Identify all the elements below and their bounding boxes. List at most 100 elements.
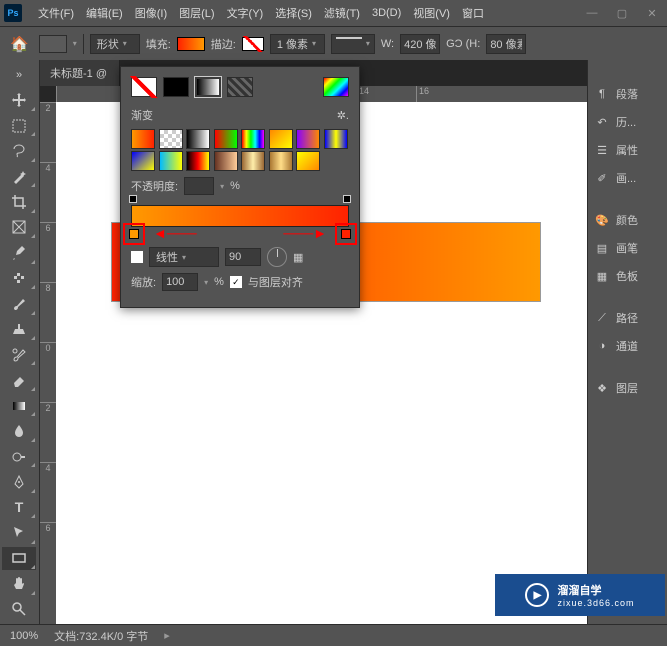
chevron-right-icon[interactable]: ▸ [164, 629, 170, 642]
panel-properties[interactable]: ☰属性 [588, 136, 667, 164]
panel-label: 颜色 [616, 212, 638, 228]
gradient-bar[interactable] [131, 205, 349, 227]
gradient-preset[interactable] [159, 151, 183, 171]
chevron-down-icon[interactable]: ▾ [73, 39, 77, 48]
angle-input[interactable] [225, 248, 261, 266]
expand-icon[interactable]: » [2, 63, 36, 86]
eraser-tool[interactable] [2, 368, 36, 391]
menu-edit[interactable]: 编辑(E) [80, 5, 129, 21]
panel-channels[interactable]: ◑通道 [588, 332, 667, 360]
magic-wand-tool[interactable] [2, 165, 36, 188]
menu-view[interactable]: 视图(V) [407, 5, 456, 21]
status-bar: 100% 文档:732.4K/0 字节 ▸ [0, 624, 667, 646]
fill-none-button[interactable] [131, 77, 157, 97]
panel-brushes[interactable]: ▤画笔 [588, 234, 667, 262]
gradient-preset[interactable] [241, 129, 265, 149]
gradient-preset[interactable] [296, 129, 320, 149]
zoom-tool[interactable] [2, 598, 36, 621]
fill-swatch[interactable] [177, 37, 205, 51]
move-tool[interactable] [2, 88, 36, 111]
scale-input[interactable] [162, 273, 198, 291]
close-button[interactable]: ✕ [637, 3, 667, 23]
opacity-stop-right[interactable] [343, 195, 351, 203]
reverse-checkbox[interactable] [131, 251, 143, 263]
history-brush-tool[interactable] [2, 343, 36, 366]
stroke-swatch[interactable] [242, 37, 264, 51]
panel-paragraph[interactable]: ¶段落 [588, 80, 667, 108]
clone-stamp-tool[interactable] [2, 318, 36, 341]
menu-layer[interactable]: 图层(L) [173, 5, 220, 21]
panel-color[interactable]: 🎨颜色 [588, 206, 667, 234]
tool-preset-swatch[interactable] [39, 35, 67, 53]
panel-swatches[interactable]: ▦色板 [588, 262, 667, 290]
gradient-preset[interactable] [241, 151, 265, 171]
menu-3d[interactable]: 3D(D) [366, 7, 407, 19]
gradient-preset[interactable] [214, 151, 238, 171]
width-input[interactable] [400, 34, 440, 54]
dodge-tool[interactable] [2, 445, 36, 468]
panel-layers[interactable]: ❖图层 [588, 374, 667, 402]
color-picker-button[interactable] [323, 77, 349, 97]
menu-select[interactable]: 选择(S) [269, 5, 318, 21]
panel-label: 画笔 [616, 240, 638, 256]
chevron-down-icon[interactable]: ▾ [220, 182, 224, 191]
minimize-button[interactable]: — [577, 3, 607, 23]
pen-tool[interactable] [2, 470, 36, 493]
menu-file[interactable]: 文件(F) [32, 5, 80, 21]
gradient-preset[interactable] [269, 151, 293, 171]
hand-tool[interactable] [2, 572, 36, 595]
maximize-button[interactable]: ▢ [607, 3, 637, 23]
zoom-level[interactable]: 100% [10, 630, 38, 642]
path-selection-tool[interactable] [2, 521, 36, 544]
gradient-preset[interactable] [159, 129, 183, 149]
frame-tool[interactable] [2, 216, 36, 239]
align-icon[interactable]: ▦ [293, 251, 303, 264]
fill-solid-button[interactable] [163, 77, 189, 97]
panel-paths[interactable]: ⟋路径 [588, 304, 667, 332]
gradient-preset[interactable] [131, 151, 155, 171]
gradient-preset[interactable] [324, 129, 348, 149]
menu-image[interactable]: 图像(I) [129, 5, 173, 21]
link-wh-label[interactable]: GƆ (H: [446, 38, 480, 50]
gradient-preset[interactable] [186, 129, 210, 149]
crop-tool[interactable] [2, 190, 36, 213]
height-input[interactable] [486, 34, 526, 54]
gradient-editor[interactable]: ◄─── ───► [131, 205, 349, 227]
gradient-preset[interactable] [269, 129, 293, 149]
menu-type[interactable]: 文字(Y) [221, 5, 270, 21]
chevron-down-icon[interactable]: ▾ [204, 278, 208, 287]
menu-filter[interactable]: 滤镜(T) [318, 5, 366, 21]
menu-window[interactable]: 窗口 [456, 5, 490, 21]
angle-dial[interactable] [267, 247, 287, 267]
gradient-preset[interactable] [131, 129, 155, 149]
stroke-width-dropdown[interactable]: 1 像素 [270, 34, 325, 54]
shape-mode-dropdown[interactable]: 形状 [90, 34, 140, 54]
home-icon[interactable]: 🏠 [6, 35, 33, 53]
document-info[interactable]: 文档:732.4K/0 字节 [54, 628, 148, 644]
brush-tool[interactable] [2, 292, 36, 315]
blur-tool[interactable] [2, 419, 36, 442]
lasso-tool[interactable] [2, 139, 36, 162]
gradient-preset[interactable] [186, 151, 210, 171]
fill-pattern-button[interactable] [227, 77, 253, 97]
gradient-preset[interactable] [296, 151, 320, 171]
type-tool[interactable]: T [2, 496, 36, 519]
panel-brush[interactable]: ✐画... [588, 164, 667, 192]
document-tab[interactable]: 未标题-1 @ [40, 60, 120, 86]
eyedropper-tool[interactable] [2, 241, 36, 264]
opacity-input[interactable] [184, 177, 214, 195]
gear-icon[interactable]: ✲. [337, 109, 349, 122]
gradient-preset[interactable] [214, 129, 238, 149]
fill-gradient-button[interactable] [195, 77, 221, 97]
shape-mode-label: 形状 [97, 36, 119, 52]
stroke-style-dropdown[interactable] [331, 34, 375, 54]
panel-history[interactable]: ↶历... [588, 108, 667, 136]
spot-heal-tool[interactable] [2, 267, 36, 290]
rectangle-tool[interactable] [2, 547, 36, 570]
gradient-tool[interactable] [2, 394, 36, 417]
gradient-type-dropdown[interactable]: 线性 [149, 247, 219, 267]
opacity-stop-left[interactable] [129, 195, 137, 203]
panel-label: 路径 [616, 310, 638, 326]
marquee-tool[interactable] [2, 114, 36, 137]
align-layer-checkbox[interactable]: ✓ [230, 276, 242, 288]
